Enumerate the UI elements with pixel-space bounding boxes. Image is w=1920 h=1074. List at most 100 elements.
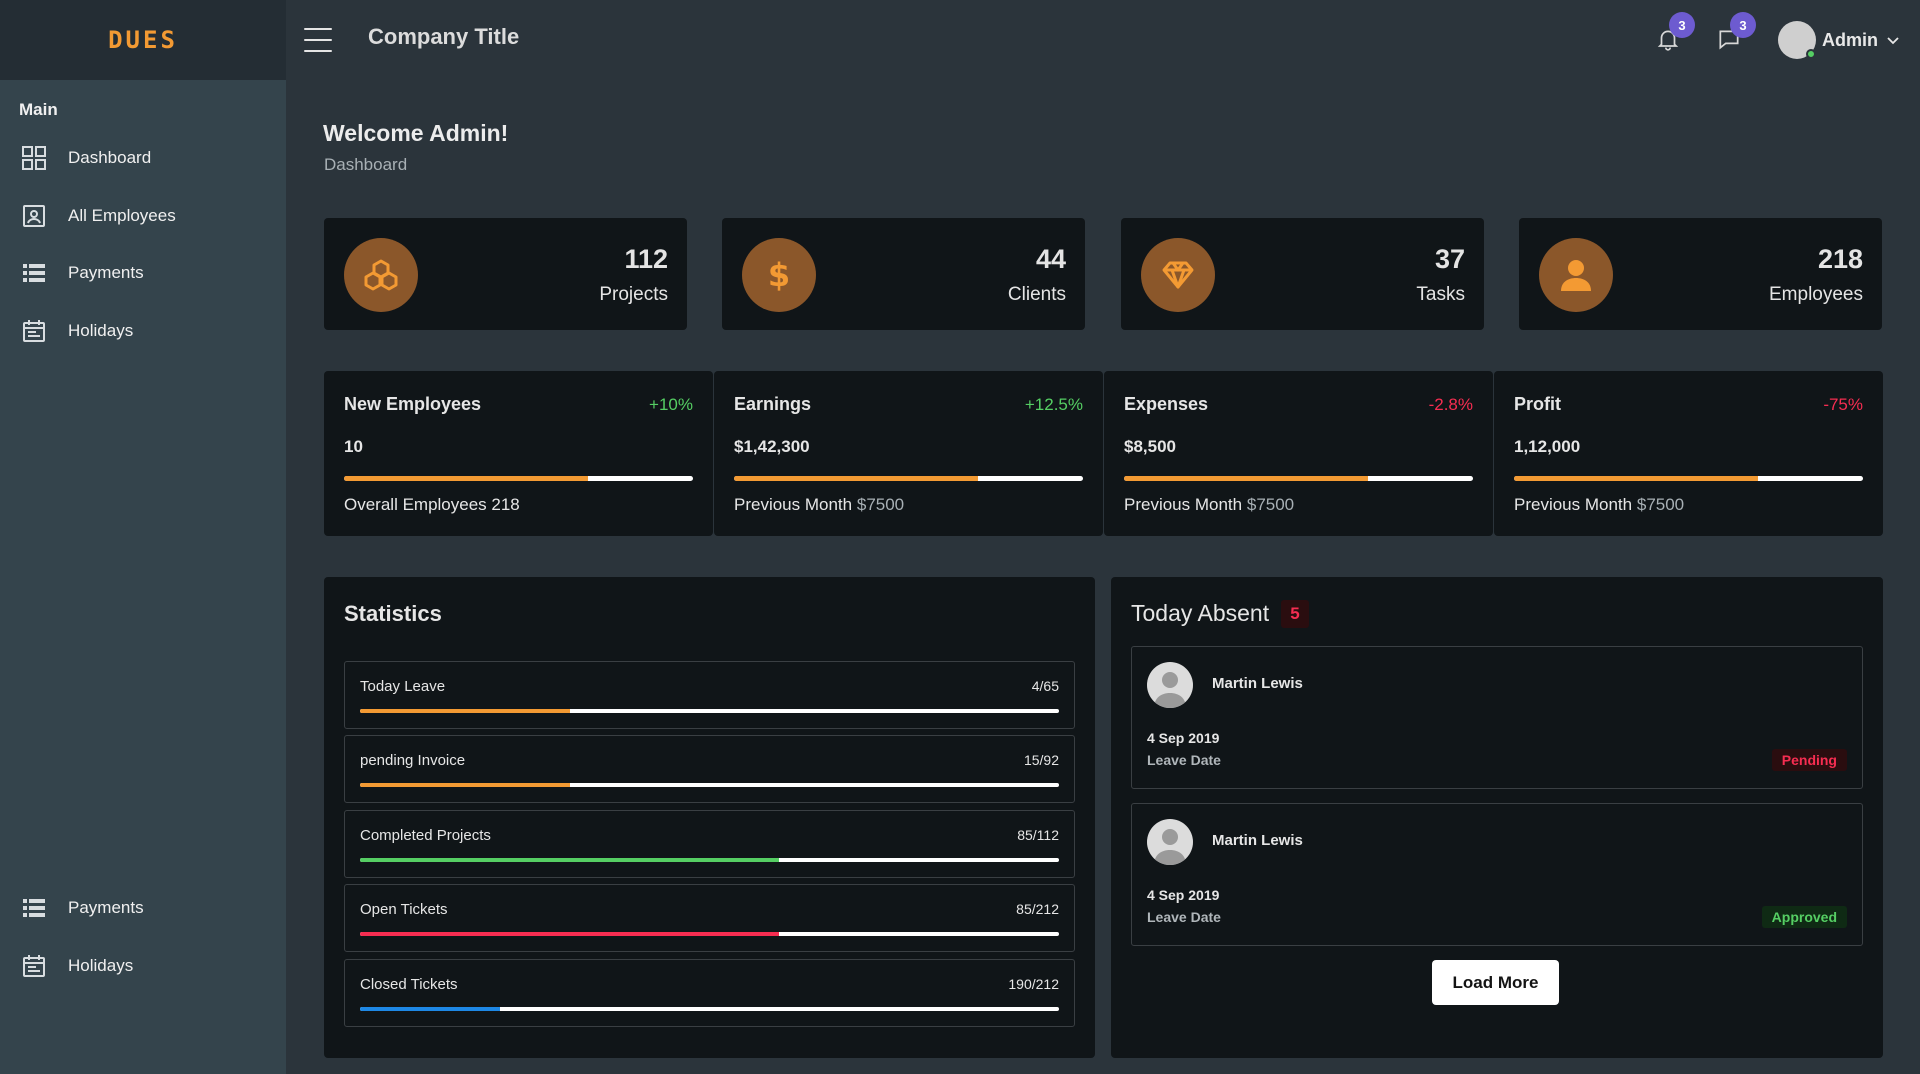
sidebar-item-payments-bottom[interactable]: Payments	[0, 886, 286, 930]
kpi-value: $1,42,300	[734, 437, 810, 456]
user-icon	[1561, 260, 1591, 291]
messages-chat-icon[interactable]: 3	[1716, 12, 1756, 52]
sidebar-item-label: All Employees	[68, 206, 176, 225]
kpi-footer: Previous Month $7500	[734, 495, 904, 515]
notifications-badge: 3	[1669, 12, 1695, 38]
logo-area[interactable]: DUES	[0, 0, 286, 80]
stat-row-pending-invoice: pending Invoice 15/92	[344, 735, 1075, 803]
stat-label: Clients	[1007, 284, 1066, 305]
stat-progress-bar	[360, 932, 1059, 936]
stat-progress-fill	[360, 783, 570, 787]
stat-row-value: 85/112	[1017, 827, 1059, 843]
absent-name[interactable]: Martin Lewis	[1212, 832, 1303, 849]
sidebar-item-dashboard[interactable]: Dashboard	[0, 136, 286, 180]
avatar[interactable]	[1778, 21, 1816, 59]
kpi-foot-label: Previous Month	[1514, 495, 1633, 514]
sidebar-item-payments[interactable]: Payments	[0, 251, 286, 295]
kpi-foot-value: $7500	[1636, 495, 1685, 514]
breadcrumb[interactable]: Dashboard	[324, 155, 407, 175]
chevron-down-icon[interactable]	[1886, 33, 1900, 47]
stat-value: 218	[1817, 244, 1863, 274]
user-name[interactable]: Admin	[1822, 30, 1878, 51]
leave-date-label: Leave Date	[1147, 752, 1221, 768]
kpi-foot-label: Previous Month	[1124, 495, 1243, 514]
load-more-button[interactable]: Load More	[1432, 960, 1559, 1005]
stat-progress-bar	[360, 709, 1059, 713]
stat-row-value: 15/92	[1023, 752, 1059, 768]
stat-label: Projects	[599, 284, 668, 305]
kpi-change: +12.5%	[1024, 395, 1083, 414]
stat-value: 112	[624, 244, 668, 274]
stat-progress-fill	[360, 1007, 500, 1011]
sidebar-heading: Main	[19, 100, 58, 119]
contact-card-icon	[23, 205, 45, 227]
kpi-value: 1,12,000	[1514, 437, 1581, 456]
kpi-change: +10%	[649, 395, 693, 414]
dollar-icon: $	[768, 256, 790, 294]
stat-row-name: Closed Tickets	[360, 976, 458, 993]
kpi-title: Profit	[1514, 394, 1561, 414]
calendar-icon	[23, 955, 45, 977]
list-icon	[23, 264, 45, 282]
kpi-card-new-employees: New Employees +10% 10 Overall Employees …	[324, 371, 713, 536]
absent-name[interactable]: Martin Lewis	[1212, 675, 1303, 692]
stat-progress-fill	[360, 858, 780, 862]
stat-label: Employees	[1769, 284, 1863, 305]
menu-toggle-icon[interactable]	[304, 28, 332, 52]
status-badge: Pending	[1771, 749, 1847, 771]
sidebar-item-all-employees[interactable]: All Employees	[0, 194, 286, 238]
stat-card-projects: 112 Projects	[324, 218, 687, 330]
kpi-change: -75%	[1823, 395, 1863, 414]
sidebar: Main Dashboard All Employees Payments Ho…	[0, 80, 286, 1074]
absent-item: Martin Lewis 4 Sep 2019 Leave Date Appro…	[1131, 803, 1863, 946]
kpi-footer: Overall Employees 218	[344, 495, 520, 515]
stat-row-value: 4/65	[1031, 678, 1059, 694]
stat-progress-fill	[360, 709, 570, 713]
svg-text:$: $	[768, 256, 790, 294]
kpi-progress-bar	[1124, 476, 1473, 481]
stat-label: Tasks	[1416, 284, 1465, 305]
stat-value: 44	[1035, 244, 1066, 274]
sidebar-item-label: Dashboard	[68, 148, 152, 167]
stat-icon-circle	[344, 238, 418, 312]
stat-row-closed-tickets: Closed Tickets 190/212	[344, 959, 1075, 1027]
kpi-value: $8,500	[1124, 437, 1176, 456]
kpi-progress-fill	[734, 476, 979, 481]
leave-date: 4 Sep 2019	[1147, 730, 1220, 746]
top-header: DUES Company Title 3 3 Admin	[0, 0, 1920, 80]
status-badge: Approved	[1761, 906, 1847, 928]
panel-title: Today Absent	[1131, 600, 1270, 626]
sidebar-item-holidays[interactable]: Holidays	[0, 309, 286, 353]
messages-badge: 3	[1730, 12, 1756, 38]
kpi-change: -2.8%	[1428, 395, 1473, 414]
logo[interactable]: DUES	[108, 26, 178, 54]
stat-progress-bar	[360, 858, 1059, 862]
stat-progress-fill	[360, 932, 780, 936]
sidebar-item-holidays-bottom[interactable]: Holidays	[0, 944, 286, 988]
panel-title: Statistics	[344, 601, 442, 626]
sidebar-item-label: Payments	[68, 898, 144, 917]
stat-row-value: 190/212	[1008, 976, 1059, 992]
calendar-icon	[23, 320, 45, 342]
online-status-dot	[1806, 49, 1816, 59]
kpi-progress-fill	[344, 476, 589, 481]
kpi-progress-fill	[1124, 476, 1369, 481]
stat-progress-bar	[360, 1007, 1059, 1011]
user-menu[interactable]: Admin	[1778, 20, 1900, 60]
kpi-progress-bar	[344, 476, 693, 481]
sidebar-item-label: Payments	[68, 263, 144, 282]
kpi-footer: Previous Month $7500	[1124, 495, 1294, 515]
notifications-bell-icon[interactable]: 3	[1655, 12, 1695, 52]
kpi-foot-label: Overall Employees 218	[344, 495, 520, 514]
avatar[interactable]	[1147, 819, 1193, 865]
leave-date-label: Leave Date	[1147, 909, 1221, 925]
dashboard-grid-icon	[22, 146, 46, 170]
kpi-foot-value: $7500	[856, 495, 905, 514]
stat-card-clients: $ 44 Clients	[722, 218, 1085, 330]
diamond-icon	[1162, 261, 1194, 289]
avatar[interactable]	[1147, 662, 1193, 708]
user-avatar-icon	[1154, 829, 1186, 865]
kpi-footer: Previous Month $7500	[1514, 495, 1684, 515]
today-absent-panel: Today Absent 5 Martin Lewis 4 Sep 2019 L…	[1111, 577, 1883, 1058]
stat-icon-circle	[1141, 238, 1215, 312]
